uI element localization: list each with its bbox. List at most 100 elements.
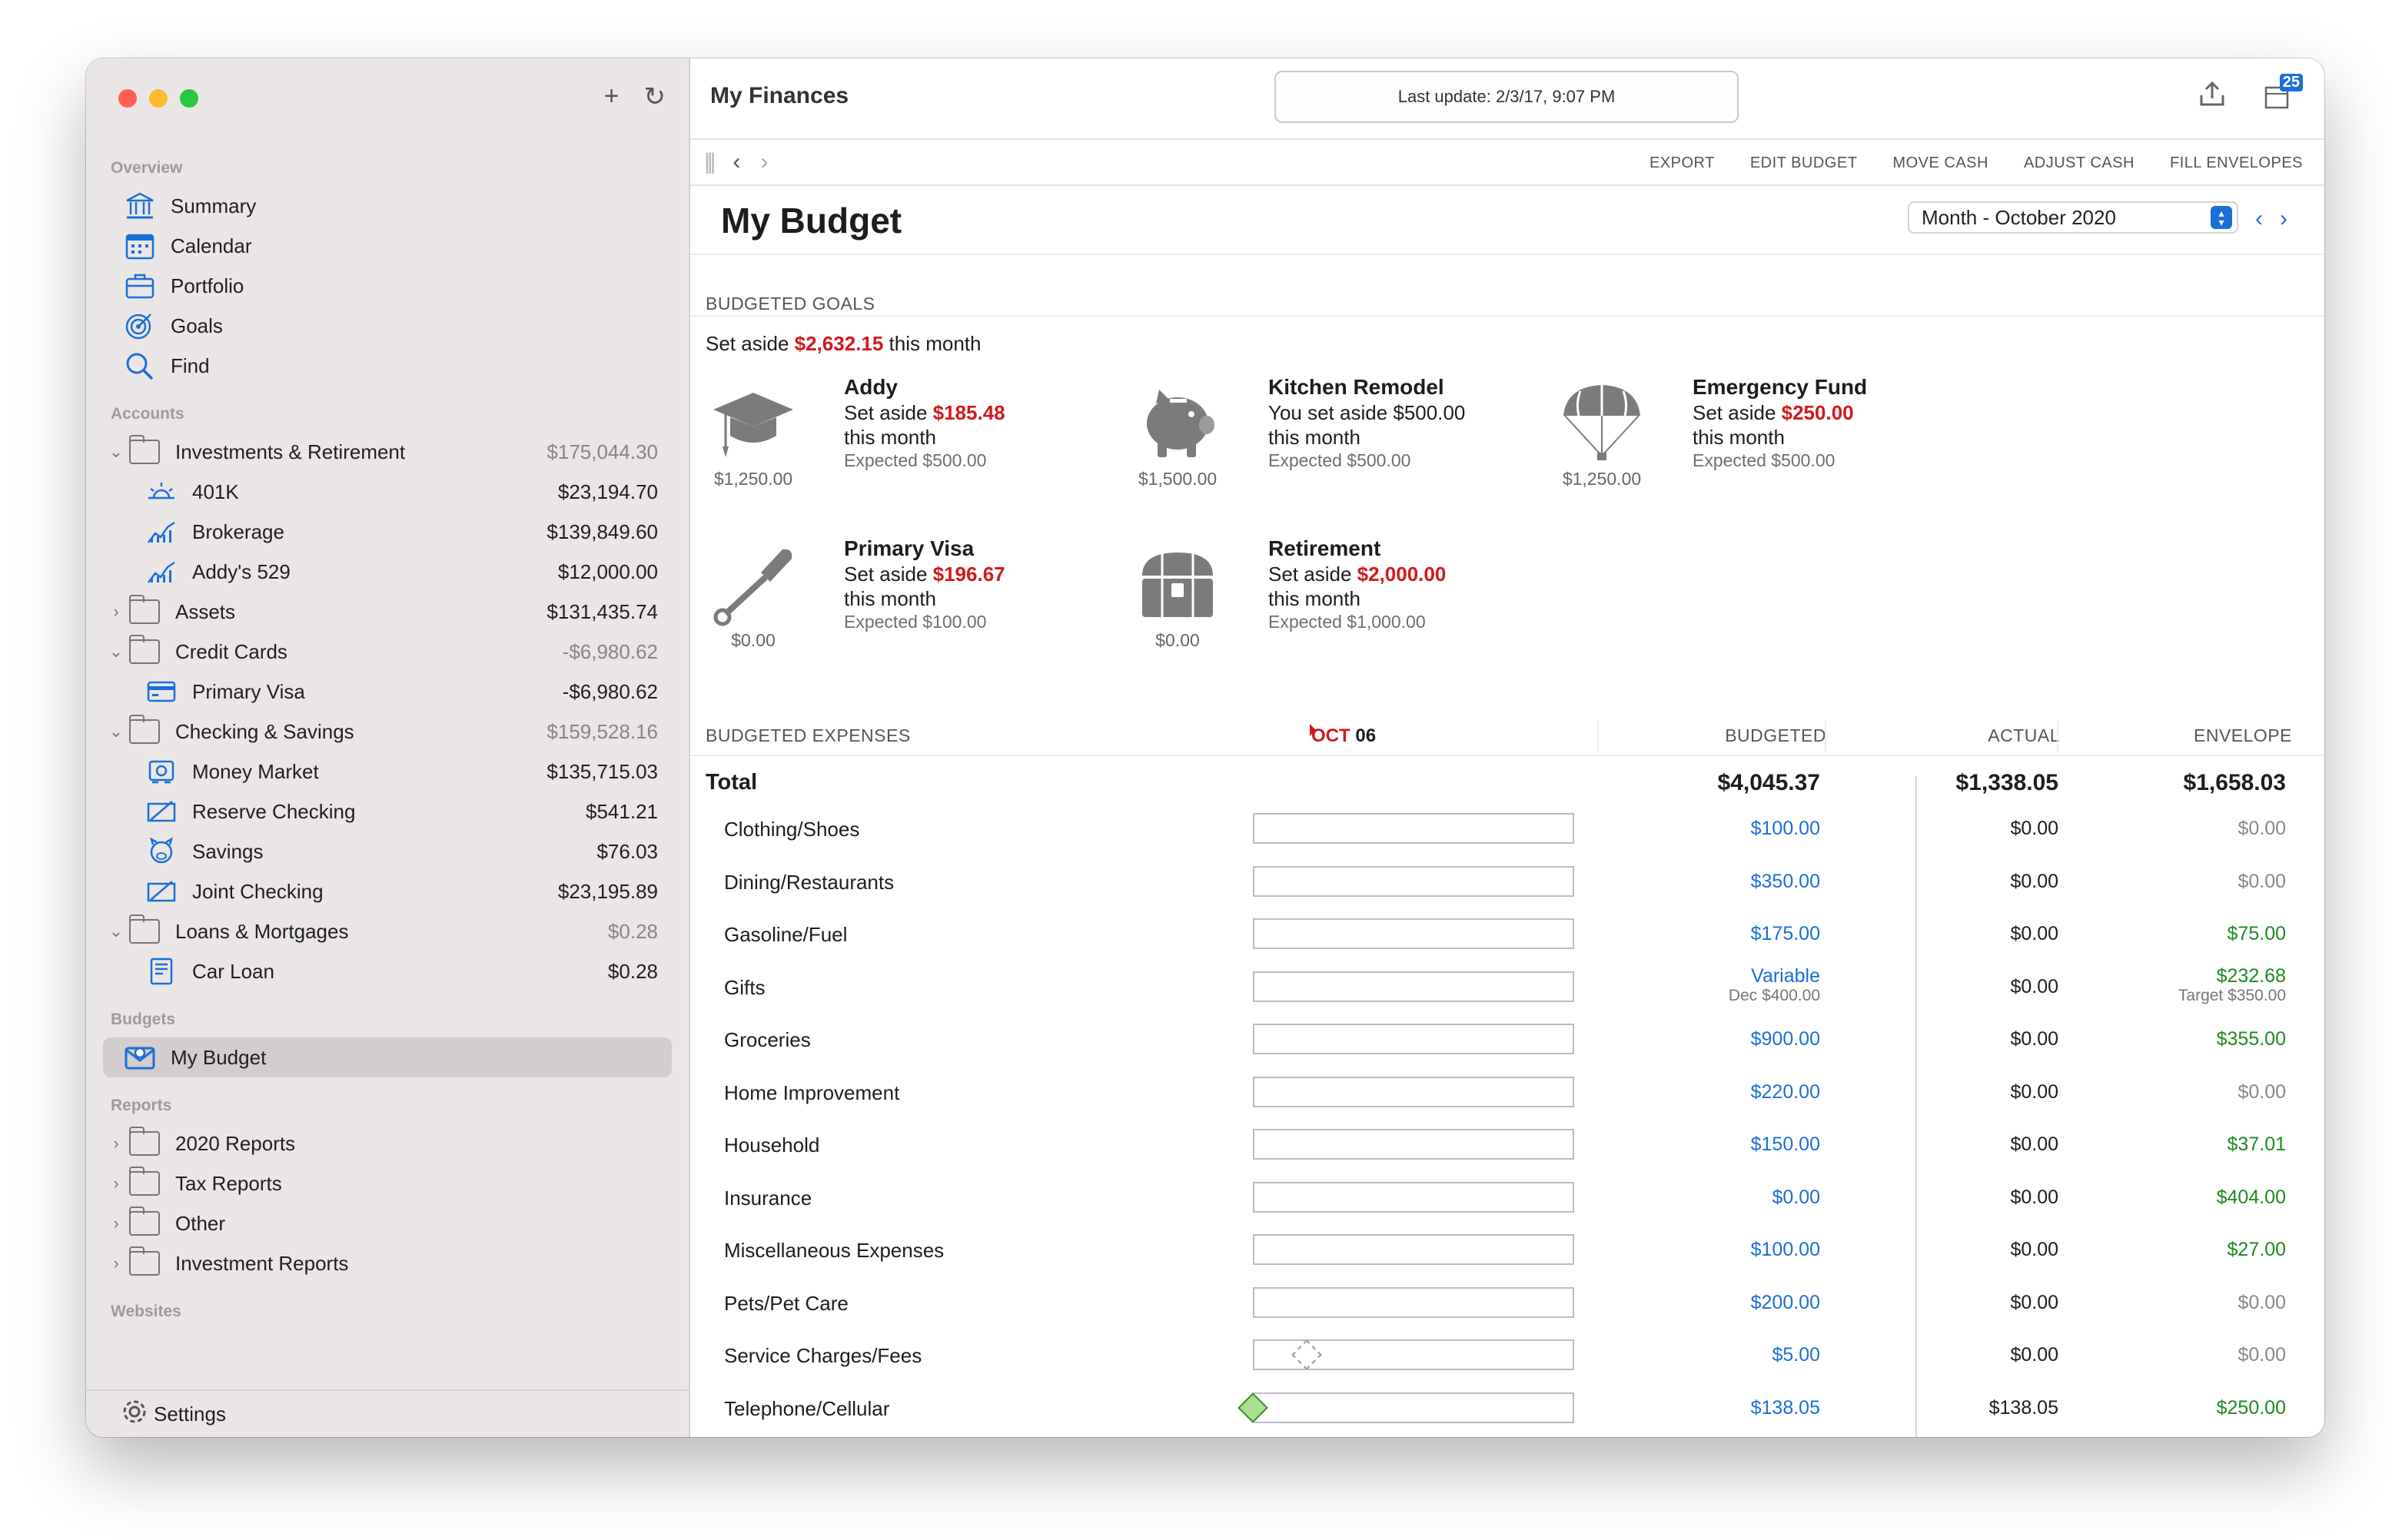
account-car-loan[interactable]: Car Loan $0.28 <box>86 951 689 991</box>
total-row: Total $4,045.37 $1,338.05 $1,658.03 <box>690 759 2324 801</box>
budgeted-amount[interactable]: $100.00 <box>1751 818 1820 840</box>
report-folder-other[interactable]: › Other <box>86 1203 689 1243</box>
page-title: My Budget <box>721 201 902 241</box>
sidebar-item-portfolio[interactable]: Portfolio <box>86 266 689 306</box>
chevron-right-icon[interactable]: › <box>105 602 128 622</box>
column-header-actual[interactable]: ACTUAL <box>1988 725 2060 746</box>
budgeted-amount[interactable]: $5.00 <box>1772 1344 1820 1366</box>
goal-card-retirement[interactable]: $0.00 Retirement Set aside $2,000.00 thi… <box>1130 536 1545 675</box>
goal-card-primary-visa[interactable]: $0.00 Primary Visa Set aside $196.67 thi… <box>706 536 1121 675</box>
previous-period-button[interactable]: ‹ <box>2255 206 2263 232</box>
expense-row[interactable]: Clothing/Shoes $100.00 $0.00 $0.00 <box>690 802 2324 855</box>
chevron-right-icon[interactable]: › <box>105 1213 128 1233</box>
expense-row[interactable]: Gasoline/Fuel $175.00 $0.00 $75.00 <box>690 908 2324 960</box>
chevron-down-icon[interactable]: ⌄ <box>105 442 128 462</box>
sidebar-item-find[interactable]: Find <box>86 346 689 386</box>
budgeted-amount[interactable]: $150.00 <box>1751 1133 1820 1156</box>
account-group-loans-mortgages[interactable]: ⌄ Loans & Mortgages $0.28 <box>86 911 689 951</box>
sidebar-item-my-budget[interactable]: My Budget <box>103 1037 672 1077</box>
account-group-assets[interactable]: › Assets $131,435.74 <box>86 592 689 632</box>
account-group-label: Loans & Mortgages <box>175 919 349 943</box>
budgeted-amount[interactable]: $350.00 <box>1751 871 1820 893</box>
expense-row[interactable]: Household $150.00 $0.00 $37.01 <box>690 1118 2324 1170</box>
expense-row[interactable]: Pets/Pet Care $200.00 $0.00 $0.00 <box>690 1276 2324 1329</box>
chevron-down-icon[interactable]: ⌄ <box>105 722 128 742</box>
refresh-button[interactable]: ↻ <box>644 81 666 112</box>
edit-budget-button[interactable]: EDIT BUDGET <box>1750 154 1858 172</box>
summary-prefix: Set aside <box>706 332 789 355</box>
zoom-window-button[interactable] <box>180 89 198 108</box>
close-window-button[interactable] <box>118 89 137 108</box>
budgeted-amount[interactable]: $220.00 <box>1751 1081 1820 1104</box>
goal-card-addy[interactable]: $1,250.00 Addy Set aside $185.48 this mo… <box>706 375 1121 513</box>
expense-category: Service Charges/Fees <box>724 1344 922 1367</box>
account-401k[interactable]: 401K $23,194.70 <box>86 472 689 512</box>
chevron-right-icon[interactable]: › <box>105 1253 128 1273</box>
budgeted-amount[interactable]: $900.00 <box>1751 1028 1820 1050</box>
calendar-badge-icon[interactable]: 25 <box>2263 74 2303 116</box>
chevron-right-icon[interactable]: › <box>105 1133 128 1153</box>
export-button[interactable]: EXPORT <box>1649 154 1715 172</box>
budgeted-amount[interactable]: $0.00 <box>1772 1187 1820 1209</box>
sidebar-tools: + ↻ <box>604 81 666 112</box>
fill-envelopes-button[interactable]: FILL ENVELOPES <box>2170 154 2303 172</box>
report-folder-tax-reports[interactable]: › Tax Reports <box>86 1163 689 1203</box>
move-cash-button[interactable]: MOVE CASH <box>1892 154 1988 172</box>
sidebar-grip-icon[interactable]: ||| <box>704 149 716 175</box>
sidebar-item-calendar[interactable]: Calendar <box>86 226 689 266</box>
report-folder-label: Tax Reports <box>175 1171 282 1195</box>
goal-card-emergency-fund[interactable]: $1,250.00 Emergency Fund Set aside $250.… <box>1554 375 1969 513</box>
sidebar-heading-reports: Reports <box>111 1097 172 1114</box>
piggy-small-icon <box>145 836 178 867</box>
forward-arrow-icon[interactable]: › <box>760 149 768 175</box>
next-period-button[interactable]: › <box>2280 206 2287 232</box>
period-select[interactable]: Month - October 2020 ▴ ▾ <box>1908 201 2238 234</box>
expense-row[interactable]: Miscellaneous Expenses $100.00 $0.00 $27… <box>690 1223 2324 1276</box>
account-reserve-checking[interactable]: Reserve Checking $541.21 <box>86 792 689 831</box>
chevron-down-icon[interactable]: ⌄ <box>105 921 128 941</box>
budgeted-amount[interactable]: $200.00 <box>1751 1292 1820 1314</box>
expense-row[interactable]: Home Improvement $220.00 $0.00 $0.00 <box>690 1066 2324 1118</box>
last-update-status[interactable]: Last update: 2/3/17, 9:07 PM <box>1274 71 1739 123</box>
expense-row[interactable]: Gifts Variable Dec $400.00 $0.00 $232.68… <box>690 961 2324 1013</box>
goal-set-aside: Set aside $250.00 <box>1693 401 1854 425</box>
account-group-investments-retirement[interactable]: ⌄ Investments & Retirement $175,044.30 <box>86 432 689 472</box>
report-folder-investment-reports[interactable]: › Investment Reports <box>86 1243 689 1283</box>
settings-button[interactable]: Settings <box>86 1389 689 1437</box>
account-brokerage[interactable]: Brokerage $139,849.60 <box>86 512 689 552</box>
expense-row[interactable]: Telephone/Cellular $138.05 $138.05 $250.… <box>690 1382 2324 1434</box>
account-primary-visa[interactable]: Primary Visa -$6,980.62 <box>86 672 689 712</box>
today-month: OCT <box>1311 725 1350 746</box>
account-group-credit-cards[interactable]: ⌄ Credit Cards -$6,980.62 <box>86 632 689 672</box>
account-addy-s-529[interactable]: Addy's 529 $12,000.00 <box>86 552 689 592</box>
budgeted-amount[interactable]: $138.05 <box>1751 1397 1820 1419</box>
goal-amount: $250.00 <box>1781 401 1854 424</box>
budgeted-amount[interactable]: $175.00 <box>1751 923 1820 945</box>
divider <box>690 315 2324 317</box>
account-savings[interactable]: Savings $76.03 <box>86 831 689 871</box>
account-joint-checking[interactable]: Joint Checking $23,195.89 <box>86 871 689 911</box>
column-header-envelope[interactable]: ENVELOPE <box>2194 725 2292 746</box>
budgeted-amount[interactable]: $100.00 <box>1751 1239 1820 1261</box>
report-folder-2020-reports[interactable]: › 2020 Reports <box>86 1123 689 1163</box>
back-arrow-icon[interactable]: ‹ <box>733 149 740 175</box>
column-header-budgeted[interactable]: BUDGETED <box>1725 725 1826 746</box>
account-amount: $76.03 <box>596 839 658 863</box>
adjust-cash-button[interactable]: ADJUST CASH <box>2024 154 2135 172</box>
account-money-market[interactable]: Money Market $135,715.03 <box>86 752 689 792</box>
actual-amount: $0.00 <box>2010 923 2058 944</box>
sidebar-item-goals[interactable]: Goals <box>86 306 689 346</box>
expense-row[interactable]: Service Charges/Fees $5.00 $0.00 $0.00 <box>690 1329 2324 1381</box>
budgeted-amount[interactable]: Variable <box>1751 965 1820 987</box>
expense-row[interactable]: Groceries $900.00 $0.00 $355.00 <box>690 1013 2324 1065</box>
expense-row[interactable]: Insurance $0.00 $0.00 $404.00 <box>690 1171 2324 1223</box>
goal-card-kitchen-remodel[interactable]: $1,500.00 Kitchen Remodel You set aside … <box>1130 375 1545 513</box>
share-icon[interactable] <box>2197 78 2228 116</box>
expense-row[interactable]: Dining/Restaurants $350.00 $0.00 $0.00 <box>690 855 2324 908</box>
account-group-checking-savings[interactable]: ⌄ Checking & Savings $159,528.16 <box>86 712 689 752</box>
chevron-down-icon[interactable]: ⌄ <box>105 642 128 662</box>
add-account-button[interactable]: + <box>604 81 620 112</box>
chevron-right-icon[interactable]: › <box>105 1173 128 1193</box>
sidebar-item-summary[interactable]: Summary <box>86 186 689 226</box>
minimize-window-button[interactable] <box>149 89 168 108</box>
